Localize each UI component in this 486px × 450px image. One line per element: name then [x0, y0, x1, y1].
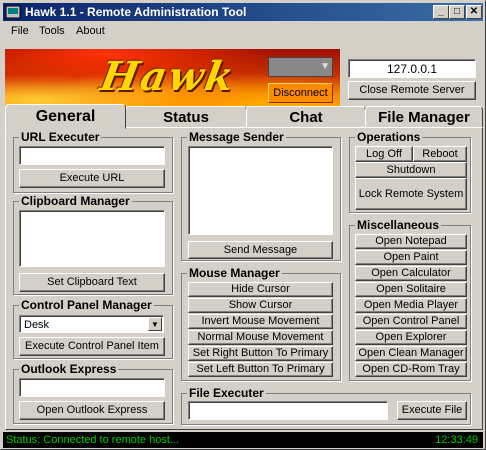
normal-mouse-movement-button[interactable]: Normal Mouse Movement: [188, 330, 333, 345]
group-title: Control Panel Manager: [19, 298, 154, 312]
set-right-button-primary-button[interactable]: Set Right Button To Primary: [188, 346, 333, 361]
title-bar[interactable]: Hawk 1.1 - Remote Administration Tool _ …: [3, 3, 483, 21]
group-title: Operations: [355, 130, 423, 144]
status-bar: Status: Connected to remote host... 12:3…: [3, 432, 483, 448]
tab-status[interactable]: Status: [125, 106, 247, 128]
show-cursor-button[interactable]: Show Cursor: [188, 298, 333, 313]
open-control-panel-button[interactable]: Open Control Panel: [355, 314, 467, 329]
open-explorer-button[interactable]: Open Explorer: [355, 330, 467, 345]
window-title: Hawk 1.1 - Remote Administration Tool: [25, 5, 247, 19]
lock-remote-system-button[interactable]: Lock Remote System: [355, 178, 467, 210]
tab-file-manager[interactable]: File Manager: [365, 106, 483, 128]
open-solitaire-button[interactable]: Open Solitaire: [355, 282, 467, 297]
status-time: 12:33:49: [435, 434, 478, 446]
outlook-input[interactable]: [19, 378, 165, 397]
maximize-button[interactable]: □: [449, 5, 465, 19]
control-panel-selected: Desk: [24, 319, 50, 331]
chevron-down-icon[interactable]: ▼: [148, 317, 162, 331]
clipboard-textarea[interactable]: [19, 210, 165, 267]
close-remote-server-button[interactable]: Close Remote Server: [348, 81, 476, 100]
menu-bar: File Tools About: [3, 22, 483, 40]
minimize-button[interactable]: _: [433, 5, 449, 19]
execute-control-panel-item-button[interactable]: Execute Control Panel Item: [19, 337, 165, 356]
open-notepad-button[interactable]: Open Notepad: [355, 234, 467, 249]
url-input[interactable]: [19, 146, 165, 165]
group-title: URL Executer: [19, 130, 102, 144]
hawk-logo: Hawk: [96, 53, 240, 100]
file-path-input[interactable]: [188, 401, 388, 420]
disconnect-button[interactable]: Disconnect: [268, 83, 333, 103]
shutdown-button[interactable]: Shutdown: [355, 162, 467, 178]
ip-address-field[interactable]: 127.0.0.1: [348, 59, 476, 78]
set-left-button-primary-button[interactable]: Set Left Button To Primary: [188, 362, 333, 377]
invert-mouse-movement-button[interactable]: Invert Mouse Movement: [188, 314, 333, 329]
status-text: Status: Connected to remote host...: [6, 434, 180, 446]
group-title: Clipboard Manager: [19, 194, 132, 208]
control-panel-select[interactable]: Desk ▼: [19, 315, 164, 333]
group-title: Outlook Express: [19, 362, 119, 376]
send-message-button[interactable]: Send Message: [188, 241, 333, 259]
log-off-button[interactable]: Log Off: [355, 146, 413, 162]
close-button[interactable]: ✕: [466, 5, 482, 19]
group-title: File Executer: [187, 386, 266, 400]
banner-dropdown[interactable]: ▼: [268, 57, 333, 77]
open-outlook-express-button[interactable]: Open Outlook Express: [19, 401, 165, 420]
execute-file-button[interactable]: Execute File: [397, 401, 467, 420]
reboot-button[interactable]: Reboot: [413, 146, 467, 162]
group-title: Mouse Manager: [187, 266, 282, 280]
menu-file[interactable]: File: [11, 25, 29, 37]
menu-tools[interactable]: Tools: [39, 25, 65, 37]
chevron-down-icon: ▼: [320, 61, 330, 72]
group-title: Miscellaneous: [355, 218, 442, 232]
open-clean-manager-button[interactable]: Open Clean Manager: [355, 346, 467, 361]
group-title: Message Sender: [187, 130, 286, 144]
menu-about[interactable]: About: [76, 25, 105, 37]
set-clipboard-text-button[interactable]: Set Clipboard Text: [19, 273, 165, 292]
open-cd-rom-tray-button[interactable]: Open CD-Rom Tray: [355, 362, 467, 377]
message-textarea[interactable]: [188, 146, 333, 235]
main-window: Hawk 1.1 - Remote Administration Tool _ …: [0, 0, 486, 450]
tab-chat[interactable]: Chat: [246, 106, 366, 128]
open-media-player-button[interactable]: Open Media Player: [355, 298, 467, 313]
open-calculator-button[interactable]: Open Calculator: [355, 266, 467, 281]
execute-url-button[interactable]: Execute URL: [19, 169, 165, 188]
hide-cursor-button[interactable]: Hide Cursor: [188, 282, 333, 297]
tab-general[interactable]: General: [5, 104, 126, 129]
open-paint-button[interactable]: Open Paint: [355, 250, 467, 265]
app-icon: [5, 5, 21, 19]
